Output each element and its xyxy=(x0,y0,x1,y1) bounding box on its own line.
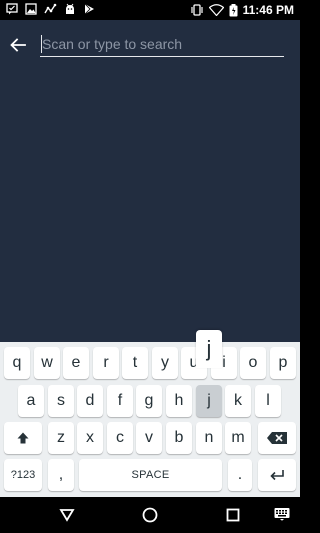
image-icon xyxy=(25,3,37,15)
search-screen xyxy=(0,20,300,342)
key-z[interactable]: z xyxy=(48,422,74,454)
key-e[interactable]: e xyxy=(63,347,89,379)
key-n[interactable]: n xyxy=(196,422,222,454)
keyboard-icon xyxy=(274,508,290,521)
status-bar: 11:46 PM xyxy=(0,0,300,20)
key-k[interactable]: k xyxy=(225,385,251,417)
key-t[interactable]: t xyxy=(122,347,148,379)
key-a[interactable]: a xyxy=(18,385,44,417)
key-w[interactable]: w xyxy=(34,347,60,379)
play-store-icon xyxy=(84,3,94,15)
soft-keyboard: q w e r t y u i o p a s d f g h j k l z … xyxy=(0,342,300,497)
backspace-key[interactable] xyxy=(258,422,296,454)
home-circle-icon xyxy=(142,507,158,523)
shift-icon xyxy=(17,432,29,444)
key-s[interactable]: s xyxy=(48,385,74,417)
key-m[interactable]: m xyxy=(225,422,251,454)
key-v[interactable]: v xyxy=(136,422,162,454)
symbols-key[interactable]: ?123 xyxy=(4,459,42,491)
key-b[interactable]: b xyxy=(166,422,192,454)
key-l[interactable]: l xyxy=(255,385,281,417)
enter-key[interactable] xyxy=(258,459,296,491)
search-field[interactable] xyxy=(40,33,284,57)
back-button[interactable] xyxy=(6,35,30,55)
key-preview-popup: j xyxy=(196,330,222,368)
key-x[interactable]: x xyxy=(77,422,103,454)
key-r[interactable]: r xyxy=(93,347,119,379)
key-j[interactable]: j xyxy=(196,385,222,417)
clock: 11:46 PM xyxy=(242,3,294,17)
period-key[interactable]: . xyxy=(228,459,252,491)
android-icon xyxy=(66,3,74,14)
key-c[interactable]: c xyxy=(107,422,133,454)
recents-square-icon xyxy=(226,508,240,522)
key-p[interactable]: p xyxy=(270,347,296,379)
key-o[interactable]: o xyxy=(240,347,266,379)
keyboard-switch-button[interactable] xyxy=(274,507,290,521)
comma-key[interactable]: , xyxy=(48,459,74,491)
shift-key[interactable] xyxy=(4,422,42,454)
key-g[interactable]: g xyxy=(136,385,162,417)
message-icon xyxy=(6,3,18,15)
enter-icon xyxy=(270,470,284,481)
vibrate-icon xyxy=(191,4,203,16)
key-d[interactable]: d xyxy=(77,385,103,417)
battery-icon xyxy=(229,3,238,16)
back-arrow-icon xyxy=(10,38,26,52)
backspace-icon xyxy=(267,432,287,444)
key-h[interactable]: h xyxy=(166,385,192,417)
space-key[interactable]: SPACE xyxy=(79,459,222,491)
back-nav-button[interactable] xyxy=(57,505,77,525)
key-y[interactable]: y xyxy=(152,347,178,379)
back-triangle-icon xyxy=(59,509,75,522)
activity-icon xyxy=(44,3,57,14)
navigation-bar xyxy=(0,497,300,533)
system-icons: 11:46 PM xyxy=(190,3,294,17)
notification-icons xyxy=(6,3,95,15)
wifi-icon xyxy=(208,4,224,16)
text-cursor xyxy=(41,35,42,53)
key-f[interactable]: f xyxy=(107,385,133,417)
key-q[interactable]: q xyxy=(4,347,30,379)
recents-nav-button[interactable] xyxy=(223,505,243,525)
home-nav-button[interactable] xyxy=(140,505,160,525)
search-input[interactable] xyxy=(40,33,284,55)
